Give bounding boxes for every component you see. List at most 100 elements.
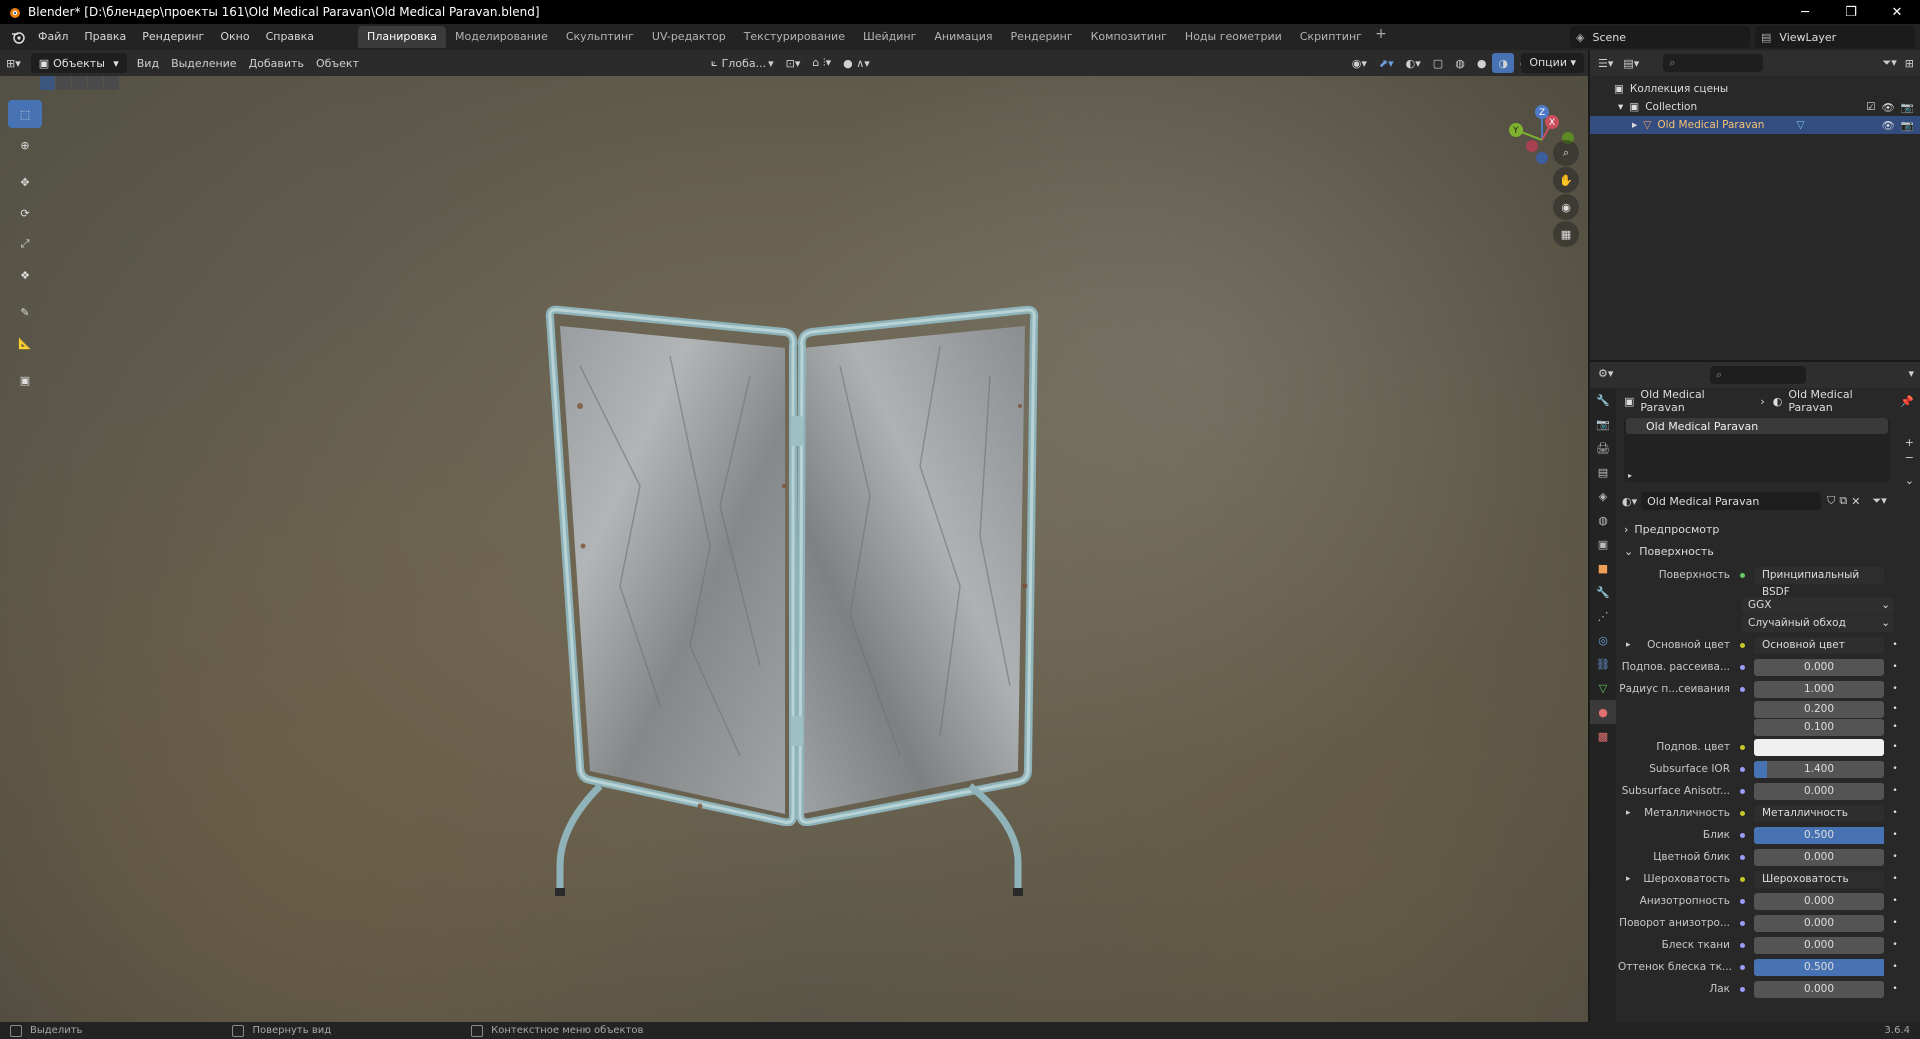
socket-dot[interactable] [1736, 873, 1748, 885]
perspective-grid-icon[interactable]: ▦ [1553, 221, 1579, 247]
tab-layout[interactable]: Планировка [358, 26, 447, 48]
expand-arrow-icon[interactable]: ▸ [1626, 808, 1631, 818]
panel-surface[interactable]: ⌄ Поверхность [1618, 540, 1920, 562]
tab-rendering[interactable]: Рендеринг [1002, 26, 1082, 48]
view-layer-tab-icon[interactable]: ▤ [1590, 460, 1616, 484]
physics-tab-icon[interactable]: ◎ [1590, 628, 1616, 652]
distribution-dropdown[interactable]: GGX ⌄ [1742, 596, 1894, 614]
render-tab-icon[interactable]: 📷 [1590, 412, 1616, 436]
keyframe-dot-icon[interactable]: • [1890, 684, 1900, 694]
number-field[interactable]: 1.400 [1754, 760, 1884, 778]
outliner-search[interactable]: ⌕ [1663, 54, 1764, 72]
tab-sculpting[interactable]: Скульптинг [557, 26, 643, 48]
socket-dot[interactable] [1736, 639, 1748, 651]
zoom-icon[interactable]: ⌕ [1553, 140, 1579, 166]
shading-wireframe-icon[interactable]: ◍ [1449, 53, 1471, 73]
shading-solid-icon[interactable]: ● [1471, 53, 1493, 73]
menu-edit[interactable]: Правка [76, 26, 134, 48]
socket-dot[interactable] [1736, 829, 1748, 841]
slider-field[interactable]: 0.500 [1754, 958, 1884, 976]
number-field[interactable]: 0.100 [1754, 718, 1884, 736]
keyframe-dot-icon[interactable]: • [1890, 918, 1900, 928]
filter-icon[interactable]: ⏷▾ [1882, 56, 1896, 70]
select-intersect-icon[interactable] [104, 76, 119, 90]
select-invert-icon[interactable] [88, 76, 103, 90]
rotate-icon[interactable]: ⟳ [8, 199, 42, 227]
mode-selector[interactable]: ▣ Объекты ▾ [30, 53, 127, 73]
maximize-button[interactable]: ❐ [1828, 0, 1874, 24]
slider-field[interactable]: 0.500 [1754, 826, 1884, 844]
number-field[interactable]: 0.000 [1754, 892, 1884, 910]
select-extend-icon[interactable] [56, 76, 71, 90]
keyframe-dot-icon[interactable]: • [1890, 830, 1900, 840]
socket-dot[interactable] [1736, 961, 1748, 973]
overlay-icon[interactable]: ◐▾ [1400, 53, 1427, 73]
select-new-icon[interactable] [40, 76, 55, 90]
scale-icon[interactable]: ⤢ [8, 230, 42, 258]
material-browse-icon[interactable]: ◐▾ [1622, 495, 1637, 508]
menu-window[interactable]: Окно [212, 26, 257, 48]
cursor-icon[interactable]: ⊕ [8, 131, 42, 159]
eye-icon[interactable]: 👁 [1882, 101, 1895, 114]
remove-slot-icon[interactable]: − [1905, 451, 1914, 464]
filter-icon[interactable]: ⏷▾ [1872, 494, 1886, 508]
outliner-row-collection[interactable]: ▾ ▣ Collection ☑ 👁 📷 [1590, 98, 1920, 116]
outliner-row-object[interactable]: ▸ ▽ Old Medical Paravan ▽ 👁 📷 [1590, 116, 1920, 134]
select-subtract-icon[interactable] [72, 76, 87, 90]
menu-render[interactable]: Рендеринг [134, 26, 212, 48]
material-tab-icon[interactable]: ● [1590, 700, 1616, 724]
properties-search[interactable]: ⌕ [1710, 366, 1806, 384]
scene-tab-icon[interactable]: ◈ [1590, 484, 1616, 508]
world-tab-icon[interactable]: ◍ [1590, 508, 1616, 532]
annotate-icon[interactable]: ✎ [8, 298, 42, 326]
output-tab-icon[interactable]: 🖨 [1590, 436, 1616, 460]
socket-dot[interactable] [1736, 939, 1748, 951]
keyframe-dot-icon[interactable]: • [1890, 764, 1900, 774]
pivot-icon[interactable]: ⊡▾ [780, 53, 807, 73]
mesh-data-icon[interactable]: ▽ [1796, 119, 1804, 131]
expand-arrow-icon[interactable]: ▸ [1632, 119, 1637, 131]
editor-type-icon[interactable]: ⊞▾ [0, 53, 27, 73]
number-field[interactable]: 0.000 [1754, 914, 1884, 932]
tool-tab-icon[interactable]: 🔧 [1590, 388, 1616, 412]
measure-icon[interactable]: 📐 [8, 329, 42, 357]
menu-view[interactable]: Вид [131, 53, 165, 73]
number-field[interactable]: 0.000 [1754, 848, 1884, 866]
expand-arrow-icon[interactable]: ▸ [1626, 640, 1631, 650]
menu-help[interactable]: Справка [258, 26, 322, 48]
socket-dot[interactable] [1736, 895, 1748, 907]
modifier-tab-icon[interactable]: 🔧 [1590, 580, 1616, 604]
number-field[interactable]: 0.000 [1754, 980, 1884, 998]
menu-add[interactable]: Добавить [243, 53, 310, 73]
texture-tab-icon[interactable]: ▩ [1590, 724, 1616, 748]
snap-icon[interactable]: ⌂ ⫶▾ [806, 53, 837, 73]
keyframe-dot-icon[interactable]: • [1890, 852, 1900, 862]
socket-dot[interactable] [1736, 983, 1748, 995]
visibility-icon[interactable]: ◉▾ [1346, 53, 1373, 73]
3d-viewport[interactable]: Z X Y ⌕ ✋ ◉ ▦ ⬚ ⊕ ✥ ⟳ ⤢ ❖ ✎ 📐 ▣ [0, 76, 1588, 1022]
properties-editor-icon[interactable]: ⚙▾ [1598, 367, 1613, 380]
select-box-icon[interactable]: ⬚ [8, 100, 42, 128]
keyframe-dot-icon[interactable]: • [1890, 808, 1900, 818]
socket-dot[interactable] [1736, 763, 1748, 775]
blender-menu-icon[interactable] [6, 26, 30, 48]
socket-dot[interactable] [1736, 851, 1748, 863]
material-slot-item[interactable]: Old Medical Paravan [1626, 418, 1888, 434]
pan-hand-icon[interactable]: ✋ [1553, 167, 1579, 193]
data-tab-icon[interactable]: ▽ [1590, 676, 1616, 700]
keyframe-dot-icon[interactable]: • [1890, 984, 1900, 994]
tab-uv-editing[interactable]: UV-редактор [643, 26, 735, 48]
minimize-button[interactable]: ─ [1782, 0, 1828, 24]
chevron-down-icon[interactable]: ▾ [1908, 367, 1914, 380]
fake-user-icon[interactable]: ⛉ [1827, 494, 1835, 508]
camera-icon[interactable]: 📷 [1901, 101, 1914, 114]
scene-selector[interactable]: ◈ Scene [1570, 26, 1750, 48]
unlink-icon[interactable]: ✕ [1851, 495, 1860, 508]
close-button[interactable]: ✕ [1874, 0, 1920, 24]
linked-input-field[interactable]: Основной цвет [1754, 636, 1884, 654]
socket-dot[interactable] [1736, 661, 1748, 673]
shading-material-icon[interactable]: ◑ [1492, 53, 1515, 73]
eye-icon[interactable]: 👁 [1882, 119, 1895, 132]
number-field[interactable]: 0.000 [1754, 782, 1884, 800]
menu-select[interactable]: Выделение [165, 53, 243, 73]
